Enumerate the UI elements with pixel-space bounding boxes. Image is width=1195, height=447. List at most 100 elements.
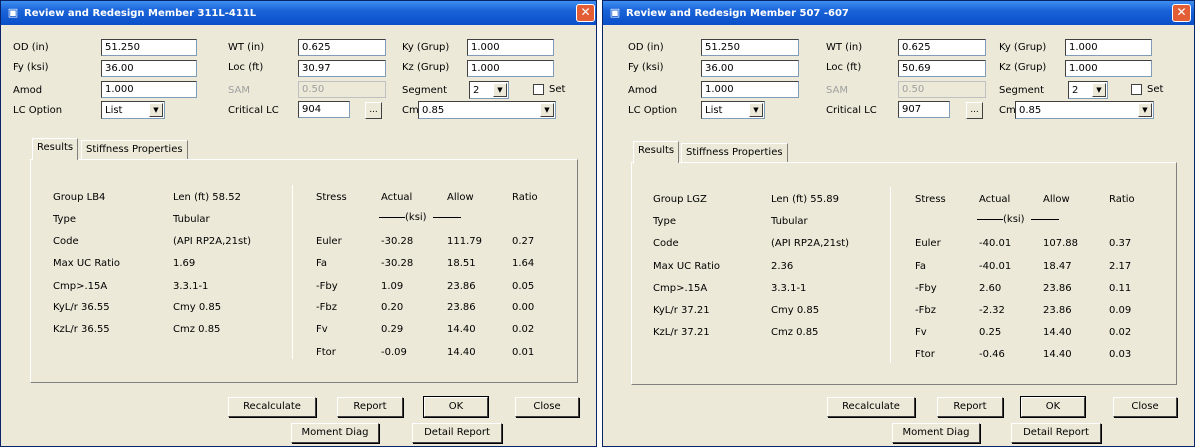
moment-diag-button[interactable]: Moment Diag xyxy=(291,423,379,443)
wt-field[interactable]: 0.625 xyxy=(898,39,986,56)
lc-option-select[interactable]: List ▼ xyxy=(701,101,765,119)
chevron-down-icon[interactable]: ▼ xyxy=(493,83,507,97)
ratio-value: 0.03 xyxy=(1109,349,1132,360)
report-button[interactable]: Report xyxy=(337,397,403,417)
stress-header: Stress xyxy=(316,192,347,203)
close-icon[interactable]: ✕ xyxy=(1172,4,1191,22)
allow-value: 23.86 xyxy=(447,281,476,292)
tab-stiffness-properties[interactable]: Stiffness Properties xyxy=(681,143,788,163)
kzl-r-label: KzL/r 36.55 xyxy=(53,324,110,335)
max-uc-label: Max UC Ratio xyxy=(53,258,121,269)
ratio-value: 0.01 xyxy=(512,347,535,358)
actual-header: Actual xyxy=(381,192,413,203)
cmy-value: Cmy 0.85 xyxy=(771,305,820,316)
set-checkbox[interactable] xyxy=(1131,84,1142,95)
fy-field[interactable]: 36.00 xyxy=(101,60,197,77)
segment-select[interactable]: 2 ▼ xyxy=(469,81,509,99)
chevron-down-icon[interactable]: ▼ xyxy=(1138,103,1152,117)
close-button[interactable]: Close xyxy=(1113,397,1177,417)
loc-label: Loc (ft) xyxy=(228,62,264,73)
actual-value: -40.01 xyxy=(979,261,1012,272)
actual-value: 2.60 xyxy=(979,283,1002,294)
lc-option-label: LC Option xyxy=(13,105,63,116)
max-uc-value: 1.69 xyxy=(173,258,196,269)
max-uc-value: 2.36 xyxy=(771,261,794,272)
chevron-down-icon[interactable]: ▼ xyxy=(749,103,763,117)
actual-value: -30.28 xyxy=(381,236,414,247)
fy-field[interactable]: 36.00 xyxy=(701,60,799,77)
critical-lc-field[interactable]: 907 xyxy=(898,101,950,118)
moment-diag-button[interactable]: Moment Diag xyxy=(892,423,980,443)
wt-field[interactable]: 0.625 xyxy=(298,39,386,56)
segment-select[interactable]: 2 ▼ xyxy=(1068,81,1108,99)
allow-value: 111.79 xyxy=(447,236,482,247)
critical-lc-field[interactable]: 904 xyxy=(298,101,350,118)
allow-value: 14.40 xyxy=(1043,327,1072,338)
set-checkbox[interactable] xyxy=(533,84,544,95)
allow-value: 14.40 xyxy=(447,347,476,358)
ky-label: Ky (Grup) xyxy=(999,42,1047,53)
chevron-down-icon[interactable]: ▼ xyxy=(540,103,554,117)
lc-option-select[interactable]: List ▼ xyxy=(101,101,165,119)
kz-field[interactable]: 1.000 xyxy=(1065,60,1152,77)
chevron-down-icon[interactable]: ▼ xyxy=(1092,83,1106,97)
detail-report-button[interactable]: Detail Report xyxy=(412,423,502,443)
set-label: Set xyxy=(549,84,566,95)
max-uc-label: Max UC Ratio xyxy=(653,261,721,272)
cm-label: Cm xyxy=(402,105,419,116)
sam-field: 0.50 xyxy=(298,81,386,98)
browse-lc-button[interactable]: ... xyxy=(365,102,382,119)
amod-field[interactable]: 1.000 xyxy=(101,81,197,98)
od-field[interactable]: 51.250 xyxy=(101,39,197,56)
stress-name: Fa xyxy=(915,261,926,272)
recalculate-button[interactable]: Recalculate xyxy=(228,397,316,417)
cm-select[interactable]: 0.85 ▼ xyxy=(418,101,556,119)
cm-value: 0.85 xyxy=(1019,105,1042,116)
tab-results[interactable]: Results xyxy=(32,138,79,160)
ok-button[interactable]: OK xyxy=(423,396,489,418)
od-field[interactable]: 51.250 xyxy=(701,39,799,56)
allow-value: 107.88 xyxy=(1043,238,1078,249)
tab-results[interactable]: Results xyxy=(633,141,680,163)
sam-field: 0.50 xyxy=(898,81,986,98)
close-button[interactable]: Close xyxy=(515,397,579,417)
type-label: Type xyxy=(53,214,76,225)
results-divider xyxy=(292,185,293,359)
browse-lc-button[interactable]: ... xyxy=(966,102,983,119)
loc-field[interactable]: 50.69 xyxy=(898,60,986,77)
ratio-value: 0.11 xyxy=(1109,283,1132,294)
type-value: Tubular xyxy=(771,216,808,227)
wt-label: WT (in) xyxy=(228,42,265,53)
ratio-value: 0.05 xyxy=(512,281,535,292)
report-button[interactable]: Report xyxy=(937,397,1003,417)
chevron-down-icon[interactable]: ▼ xyxy=(149,103,163,117)
cmp-value: 3.3.1-1 xyxy=(173,281,209,292)
recalculate-button[interactable]: Recalculate xyxy=(827,397,915,417)
ok-button[interactable]: OK xyxy=(1020,396,1086,418)
tab-stiffness-properties[interactable]: Stiffness Properties xyxy=(81,140,188,160)
actual-value: -0.09 xyxy=(381,347,407,358)
ratio-value: 0.02 xyxy=(1109,327,1132,338)
results-panel xyxy=(631,162,1177,385)
segment-value: 2 xyxy=(1072,85,1079,96)
cm-select[interactable]: 0.85 ▼ xyxy=(1015,101,1154,119)
stress-name: -Fby xyxy=(915,283,937,294)
actual-value: 0.25 xyxy=(979,327,1002,338)
kyl-r-label: KyL/r 37.21 xyxy=(653,305,710,316)
ratio-value: 0.37 xyxy=(1109,238,1132,249)
group-label: Group LB4 xyxy=(53,192,106,203)
ky-field[interactable]: 1.000 xyxy=(1065,39,1152,56)
detail-report-button[interactable]: Detail Report xyxy=(1011,423,1101,443)
amod-field[interactable]: 1.000 xyxy=(701,81,799,98)
close-icon[interactable]: ✕ xyxy=(576,4,595,22)
ky-field[interactable]: 1.000 xyxy=(467,39,554,56)
kz-field[interactable]: 1.000 xyxy=(467,60,554,77)
dialog-titlebar[interactable]: ▣ Review and Redesign Member 311L-411L ✕ xyxy=(1,1,596,25)
stress-name: -Fbz xyxy=(915,305,936,316)
kz-label: Kz (Grup) xyxy=(999,62,1047,73)
loc-field[interactable]: 30.97 xyxy=(298,60,386,77)
stress-name: Fv xyxy=(915,327,927,338)
dialog-titlebar[interactable]: ▣ Review and Redesign Member 507 -607 ✕ xyxy=(603,1,1194,25)
actual-value: 1.09 xyxy=(381,281,404,292)
ratio-value: 0.27 xyxy=(512,236,535,247)
